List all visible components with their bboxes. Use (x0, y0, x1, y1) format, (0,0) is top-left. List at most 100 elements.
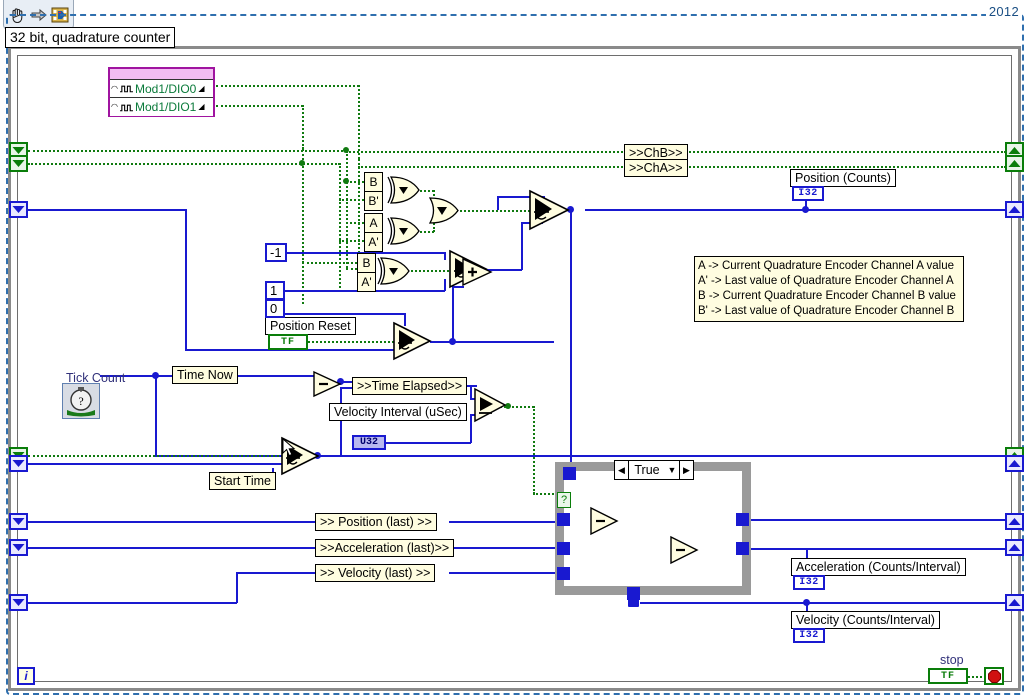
label-acceleration-last[interactable]: >>Acceleration (last)>> (315, 539, 454, 557)
tick-count-vi[interactable]: ? (62, 383, 100, 419)
constant-one[interactable]: 1 (265, 281, 285, 300)
shift-register-right-bool-b[interactable] (1005, 155, 1024, 172)
wire-sr-bool-a (28, 150, 347, 152)
subtract-node-time[interactable] (312, 371, 342, 397)
case-tunnel-right-2[interactable] (736, 542, 749, 555)
label-cha[interactable]: >>ChA>> (624, 159, 688, 177)
junction-dio0 (343, 147, 349, 153)
shift-register-left-vellast[interactable] (9, 594, 28, 611)
wire-cha-to-chalabel (358, 166, 623, 168)
label-velocity-last[interactable]: >> Velocity (last) >> (315, 564, 435, 582)
indicator-type-label: I32 (798, 188, 818, 199)
dio-channel-row-0[interactable]: ◠ Mod1/DIO0 ◢ (110, 80, 213, 98)
bool-constant-a-prime[interactable]: A' (364, 232, 383, 252)
square-wave-icon (120, 84, 133, 93)
indicator-acceleration[interactable]: I32 (793, 575, 825, 590)
label-start-time[interactable]: Start Time (209, 472, 276, 490)
case-structure[interactable]: ◀ True ▼ ▶ ? (555, 462, 751, 595)
constant-minus-one[interactable]: -1 (265, 243, 287, 262)
shift-register-right-vellast[interactable] (1005, 594, 1024, 611)
junction-cha (343, 178, 349, 184)
subtract-node-acceleration[interactable] (669, 536, 699, 564)
wire-bool-sel4 (28, 455, 283, 457)
case-selector-terminal[interactable]: ? (557, 492, 571, 508)
loop-iteration-terminal[interactable]: i (17, 667, 35, 685)
bool-constant-b[interactable]: B (364, 172, 383, 192)
svg-text:?: ? (78, 394, 83, 408)
junction-dio1 (299, 160, 305, 166)
control-stop[interactable]: TF (928, 668, 968, 684)
shift-register-left-bool-b[interactable] (9, 155, 28, 172)
shift-register-right-acclast[interactable] (1005, 539, 1024, 556)
stop-sign-icon[interactable] (984, 667, 1004, 685)
legend-line-3: B' -> Last value of Quadrature Encoder C… (698, 304, 960, 319)
label-position-last[interactable]: >> Position (last) >> (315, 513, 437, 531)
diagram-title-tooltip: 32 bit, quadrature counter (5, 27, 175, 48)
wire-vellast-v (236, 572, 238, 603)
while-loop-structure[interactable] (8, 46, 1021, 691)
shift-register-right-starttime[interactable] (1005, 455, 1024, 472)
wire-minus1-v (444, 252, 446, 260)
bool-constant-b-prime[interactable]: B' (364, 191, 383, 211)
wire-zero (283, 313, 405, 315)
indicator-velocity[interactable]: I32 (793, 628, 825, 643)
shift-register-left-poslast[interactable] (9, 513, 28, 530)
bool-constant-a[interactable]: A (364, 213, 383, 233)
labview-version-badge: 2012 (986, 4, 1022, 19)
case-prev-arrow-icon[interactable]: ◀ (615, 465, 628, 476)
constant-zero[interactable]: 0 (265, 299, 285, 318)
label-position-reset: Position Reset (265, 317, 356, 335)
subtract-node-velocity[interactable] (589, 507, 619, 535)
wire-cha-out (686, 166, 1006, 168)
greater-equal-node[interactable] (473, 388, 507, 422)
chevron-down-icon[interactable]: ▼ (665, 465, 679, 475)
control-type-label: TF (941, 671, 955, 682)
add-node[interactable] (461, 258, 493, 286)
dio-terminal-left-0: ◠ (111, 85, 118, 93)
case-tunnel-bottom[interactable] (627, 587, 640, 600)
label-time-elapsed[interactable]: >>Time Elapsed>> (352, 377, 467, 395)
bool-constant-a-prime2[interactable]: A' (357, 272, 376, 292)
control-velocity-interval[interactable]: U32 (352, 435, 386, 450)
xor-gate-3[interactable] (378, 257, 412, 285)
dio-terminal-left-1: ◠ (111, 103, 118, 111)
shift-register-left-starttime[interactable] (9, 455, 28, 472)
select-node-2[interactable] (392, 322, 432, 360)
wire-u32-out (385, 442, 471, 444)
junction-sel2 (449, 338, 456, 345)
wire-case-out-top (751, 519, 1007, 521)
case-tunnel-right-1[interactable] (736, 513, 749, 526)
shift-register-left-position[interactable] (9, 201, 28, 218)
or-gate[interactable] (428, 197, 461, 224)
label-time-now[interactable]: Time Now (172, 366, 238, 384)
square-wave-icon (120, 103, 133, 112)
shift-register-right-position[interactable] (1005, 201, 1024, 218)
wire-position-in (28, 209, 186, 211)
indicator-position-counts[interactable]: I32 (792, 186, 824, 201)
dio-channel-row-1[interactable]: ◠ Mod1/DIO1 ◢ (110, 98, 213, 116)
wire-u32-v (470, 415, 472, 443)
case-tunnel-top[interactable] (563, 467, 576, 480)
bool-constant-b2[interactable]: B (357, 253, 376, 273)
junction-velind (803, 599, 810, 606)
wire-chb-out (686, 151, 1006, 153)
wire-bool-a-v (346, 150, 348, 268)
wire-sel4-out (317, 455, 1007, 457)
case-tunnel-left-1[interactable] (557, 513, 570, 526)
wire-pos-down (570, 209, 572, 462)
select-node-3[interactable] (528, 190, 570, 230)
case-next-arrow-icon[interactable]: ▶ (680, 465, 693, 476)
case-tunnel-left-2[interactable] (557, 542, 570, 555)
case-selector[interactable]: ◀ True ▼ ▶ (614, 460, 694, 480)
wire-dio0 (216, 85, 359, 87)
shift-register-right-poslast[interactable] (1005, 513, 1024, 530)
indicator-type-label: I32 (799, 630, 819, 641)
shift-register-left-acclast[interactable] (9, 539, 28, 556)
case-tunnel-left-3[interactable] (557, 567, 570, 580)
wire-dio1-down (302, 105, 304, 149)
xor-gate-1[interactable] (388, 176, 422, 204)
control-position-reset[interactable]: TF (268, 334, 308, 350)
stopwatch-icon: ? (63, 384, 99, 418)
dio-module-node[interactable]: ◠ Mod1/DIO0 ◢ ◠ Mod1/DIO1 ◢ (108, 67, 215, 117)
xor-gate-2[interactable] (388, 217, 422, 245)
